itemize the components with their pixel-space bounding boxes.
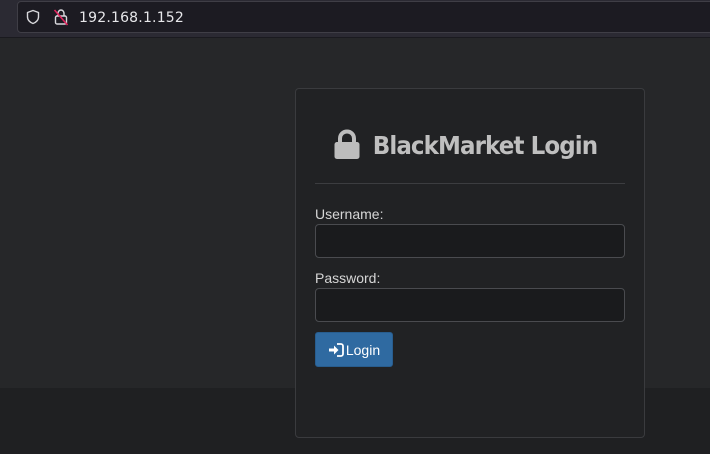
browser-toolbar: 192.168.1.152 bbox=[0, 0, 710, 38]
insecure-connection-icon[interactable] bbox=[53, 8, 69, 26]
login-button-label: Login bbox=[345, 341, 381, 358]
lock-icon bbox=[334, 129, 360, 159]
title-divider bbox=[315, 183, 625, 184]
address-bar[interactable]: 192.168.1.152 bbox=[17, 1, 710, 33]
page-title: BlackMarket Login bbox=[372, 130, 598, 160]
url-text[interactable]: 192.168.1.152 bbox=[79, 8, 184, 28]
login-heading: BlackMarket Login bbox=[296, 127, 644, 163]
password-label: Password: bbox=[315, 270, 381, 286]
password-input[interactable] bbox=[315, 288, 625, 322]
sign-in-icon bbox=[328, 342, 344, 357]
shield-icon[interactable] bbox=[25, 9, 41, 25]
login-button[interactable]: Login bbox=[315, 332, 393, 367]
username-label: Username: bbox=[315, 206, 384, 222]
login-panel: BlackMarket Login Username: Password: Lo… bbox=[295, 88, 645, 438]
username-input[interactable] bbox=[315, 224, 625, 258]
